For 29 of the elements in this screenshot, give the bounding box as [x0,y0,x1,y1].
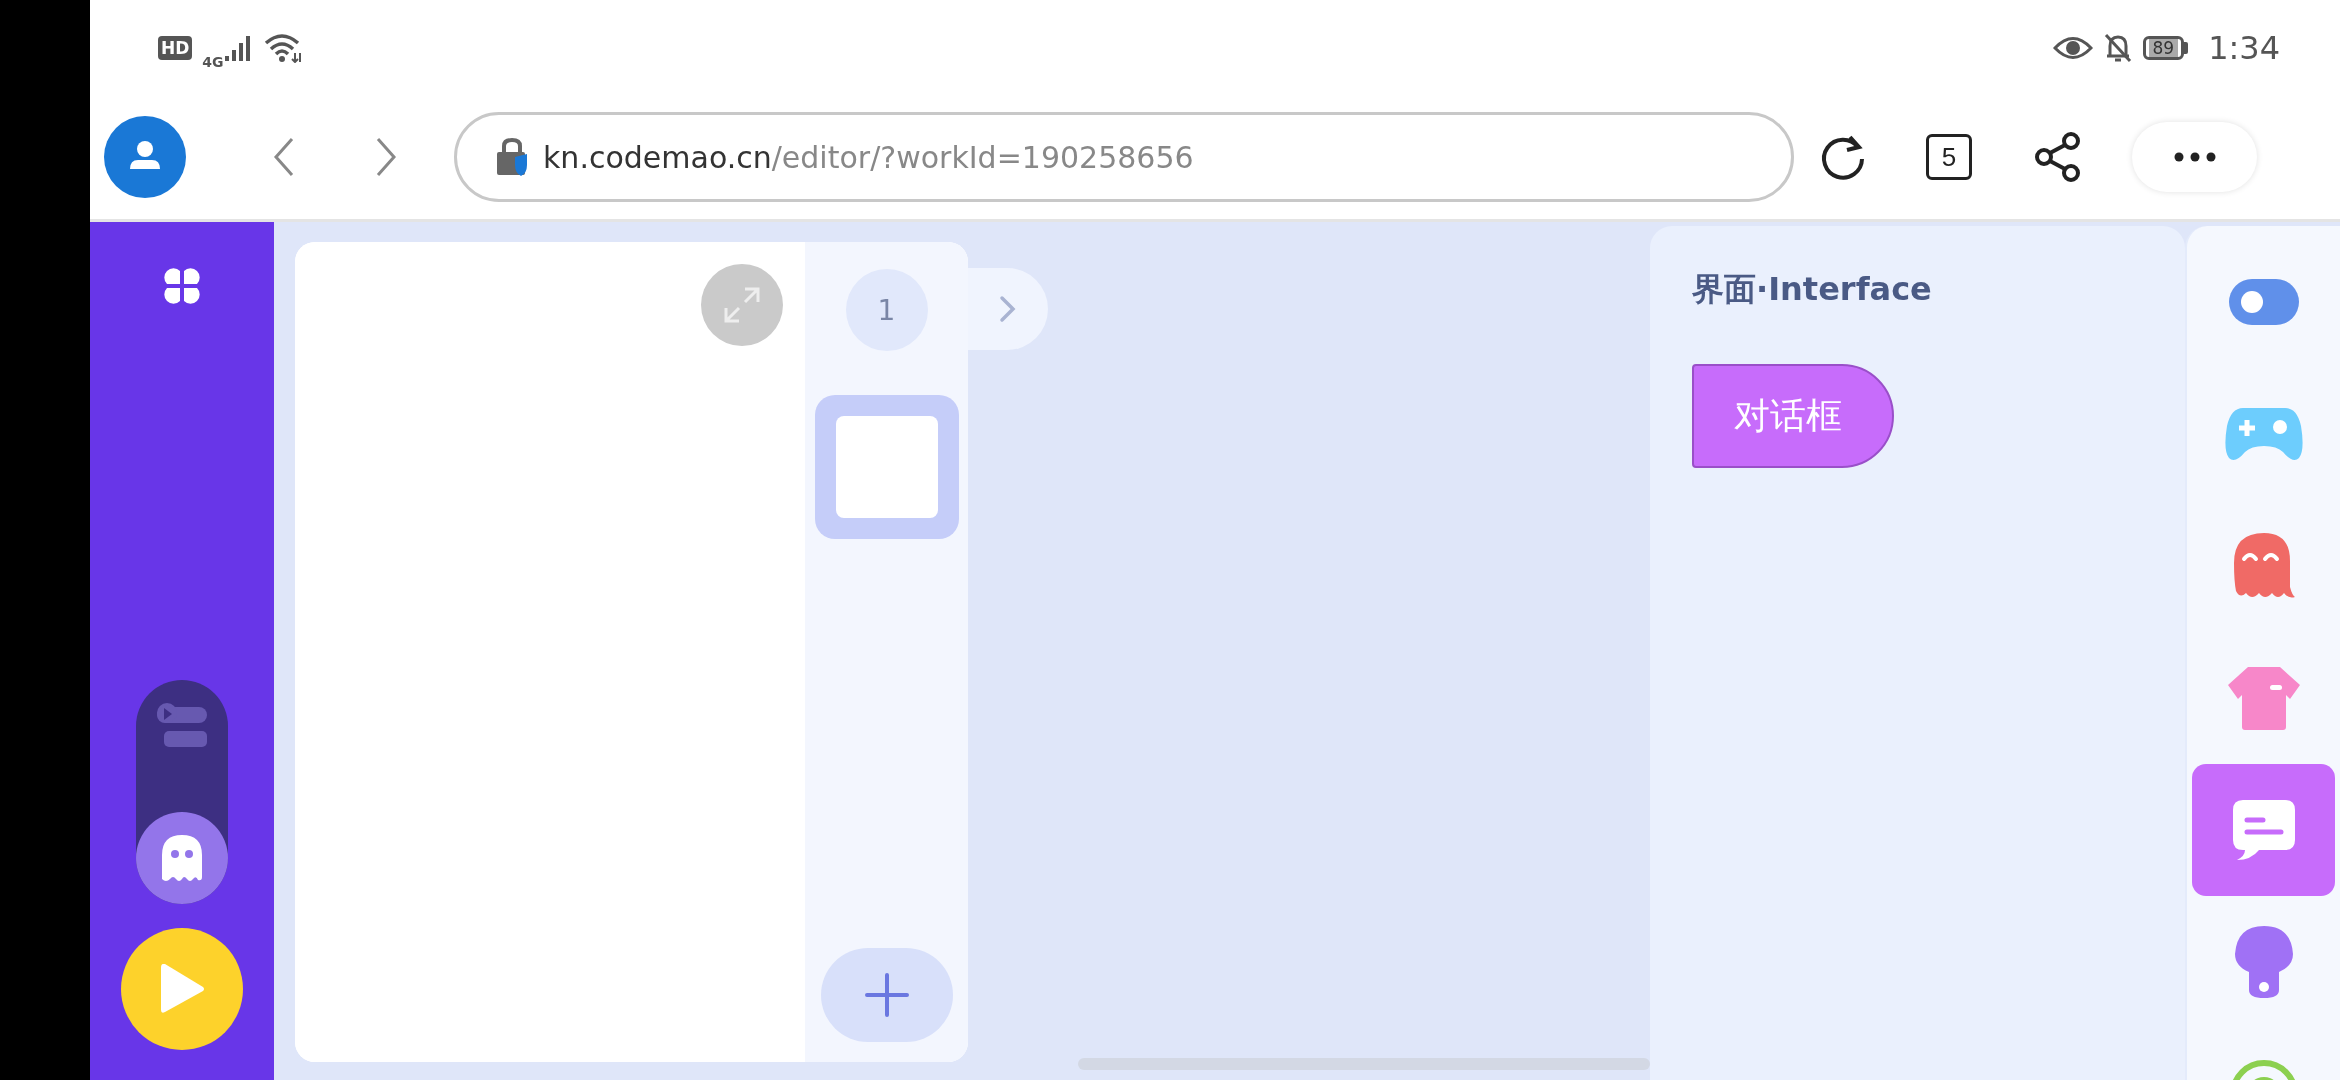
back-icon [273,137,295,177]
share-button[interactable] [2034,132,2082,182]
page-thumbnail[interactable] [814,395,959,539]
bulb-icon [2232,924,2295,1000]
network-badge: HD [158,35,193,60]
ghost-icon [160,833,204,883]
code-blocks-icon [157,703,207,749]
more-button[interactable] [2132,122,2257,192]
forward-icon [375,137,397,177]
play-icon [159,962,205,1016]
panel-title: 界面·Interface [1692,269,1933,310]
wifi-icon [263,32,304,63]
chevron-right-icon [998,294,1018,324]
more-icon [2173,152,2216,162]
category-tab[interactable] [2192,764,2335,896]
shirt-icon [2225,665,2302,731]
share-icon [2034,132,2082,182]
clock-time: 1:34 [2208,28,2280,67]
address-field[interactable]: kn.codemao.cn/editor/?workId=190258656 [454,112,1794,202]
url-text: kn.codemao.cn/editor/?workId=190258656 [543,139,1194,175]
tab-count[interactable]: 5 [1926,134,1972,180]
network-type: 4G [202,53,224,70]
chat-icon [2230,798,2297,862]
plus-icon [864,973,909,1017]
lock-icon [495,137,529,177]
expand-icon [723,286,761,324]
gamepad-icon [2224,406,2303,462]
bell-off-icon [2102,31,2133,64]
eye-icon [2052,34,2093,61]
